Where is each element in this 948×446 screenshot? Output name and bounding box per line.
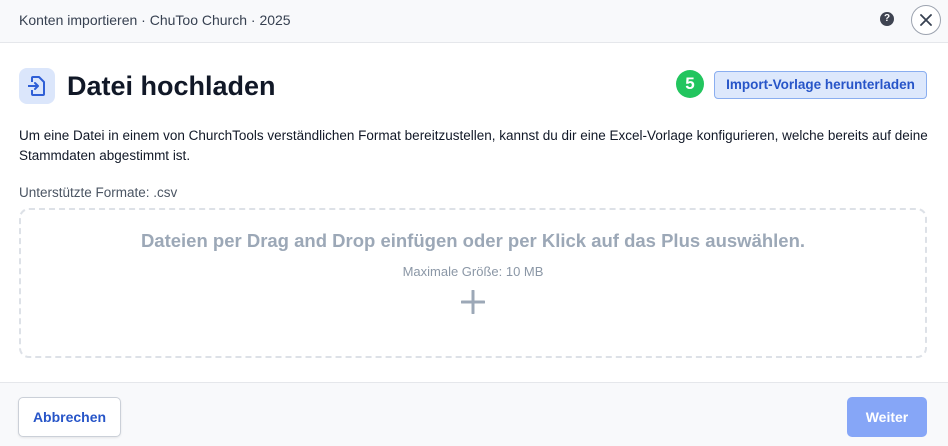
dialog-footer: Abbrechen Weiter	[0, 382, 948, 446]
plus-icon[interactable]	[461, 290, 485, 314]
supported-formats-label: Unterstützte Formate: .csv	[19, 185, 178, 200]
download-template-button[interactable]: Import-Vorlage herunterladen	[714, 71, 927, 99]
description-text: Um eine Datei in einem von ChurchTools v…	[19, 128, 928, 163]
dropzone-instructions: Dateien per Drag and Drop einfügen oder …	[140, 230, 806, 251]
next-button[interactable]: Weiter	[847, 397, 927, 437]
close-icon	[920, 14, 932, 26]
dialog-body: Datei hochladen 5 Import-Vorlage herunte…	[0, 44, 948, 382]
max-size-label: Maximale Größe: 10 MB	[402, 264, 544, 279]
step-badge: 5	[676, 70, 704, 98]
page-title: Datei hochladen	[67, 71, 276, 101]
file-dropzone[interactable]: Dateien per Drag and Drop einfügen oder …	[19, 208, 927, 358]
close-button[interactable]	[911, 5, 941, 35]
dialog-header: Konten importieren · ChuToo Church · 202…	[0, 0, 948, 43]
file-import-icon	[19, 68, 55, 104]
dialog-title: Konten importieren · ChuToo Church · 202…	[19, 12, 291, 28]
cancel-button[interactable]: Abbrechen	[18, 397, 121, 437]
question-circle-icon[interactable]: ?	[880, 12, 894, 26]
